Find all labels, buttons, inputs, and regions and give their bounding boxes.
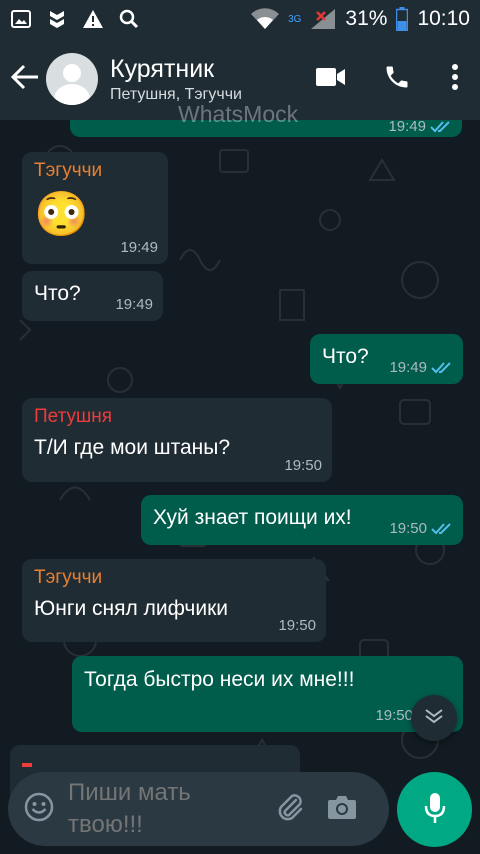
message-bubble-incoming[interactable]: Тэгуччи 😳 19:49: [22, 152, 168, 264]
message-input[interactable]: [68, 777, 258, 841]
attach-icon: [276, 792, 304, 826]
message-emoji: 😳: [34, 190, 89, 239]
voice-call-button[interactable]: [364, 54, 430, 104]
avatar[interactable]: [46, 53, 98, 105]
attach-button[interactable]: [270, 789, 310, 829]
message-bubble-incoming[interactable]: Что? 19:49: [22, 271, 163, 321]
video-call-button[interactable]: [298, 54, 364, 104]
watermark: WhatsMock: [178, 101, 299, 127]
wifi-icon: [250, 8, 280, 30]
read-ticks-icon: [430, 120, 452, 133]
message-time: 19:50: [284, 457, 322, 474]
message-time: 19:49: [389, 359, 427, 376]
message-bubble-incoming[interactable]: Тэгуччи Юнги снял лифчики 19:50: [22, 559, 326, 642]
message-composer: [8, 772, 389, 846]
video-call-icon: [316, 67, 346, 91]
message-time: 19:50: [375, 707, 413, 724]
message-bubble-outgoing[interactable]: Хуй знает поищи их! 19:50: [141, 495, 463, 545]
clock: 10:10: [417, 7, 470, 30]
chat-title: Курятник: [110, 54, 215, 83]
message-time: 19:49: [120, 239, 158, 256]
mic-icon: [423, 792, 447, 828]
battery-icon: [395, 7, 409, 31]
back-arrow-icon: [10, 64, 39, 94]
status-bar: 3G 31% 10:10: [0, 0, 480, 38]
sender-name: Тэгуччи: [34, 567, 103, 588]
message-list[interactable]: 19:49 Тэгуччи 😳 19:49 Что? 19:49 Что? 19…: [0, 120, 480, 854]
read-ticks-icon: [431, 361, 453, 374]
sender-name: Петушня: [34, 406, 113, 427]
search-icon: [118, 8, 140, 30]
message-bubble-outgoing[interactable]: Что? 19:49: [310, 334, 463, 384]
read-ticks-icon: [431, 522, 453, 535]
more-options-icon: [451, 64, 459, 94]
message-bubble-outgoing[interactable]: Тогда быстро неси их мне!!! 19:50: [72, 656, 463, 732]
phone-icon: [383, 63, 411, 95]
warning-icon: [82, 8, 104, 30]
message-time: 19:49: [388, 120, 426, 135]
message-text: Юнги снял лифчики: [34, 597, 228, 620]
shield-icon: [46, 8, 68, 30]
more-options-button[interactable]: [430, 54, 480, 104]
message-time: 19:50: [278, 617, 316, 634]
sender-name-partial: [22, 763, 32, 767]
camera-button[interactable]: [322, 789, 362, 829]
message-text: Т/И где мои штаны?: [34, 436, 231, 459]
chevron-down-icon: [424, 708, 444, 728]
back-button[interactable]: [0, 64, 50, 94]
message-text: Тогда быстро неси их мне!!!: [84, 668, 355, 691]
camera-icon: [327, 794, 357, 824]
message-time: 19:50: [389, 520, 427, 537]
voice-message-button[interactable]: [397, 772, 472, 847]
message-time: 19:49: [115, 296, 153, 313]
chat-info[interactable]: Курятник Петушня, Тэгуччи: [110, 55, 260, 104]
sender-name: Тэгуччи: [34, 160, 103, 181]
battery-percent: 31%: [345, 7, 388, 30]
network-type: 3G: [288, 13, 302, 25]
emoji-icon: [24, 792, 54, 826]
signal-icon: [309, 8, 337, 30]
scroll-to-bottom-button[interactable]: [411, 695, 457, 741]
emoji-button[interactable]: [22, 792, 56, 826]
message-bubble-incoming[interactable]: Петушня Т/И где мои штаны? 19:50: [22, 398, 332, 482]
image-icon: [10, 8, 32, 30]
